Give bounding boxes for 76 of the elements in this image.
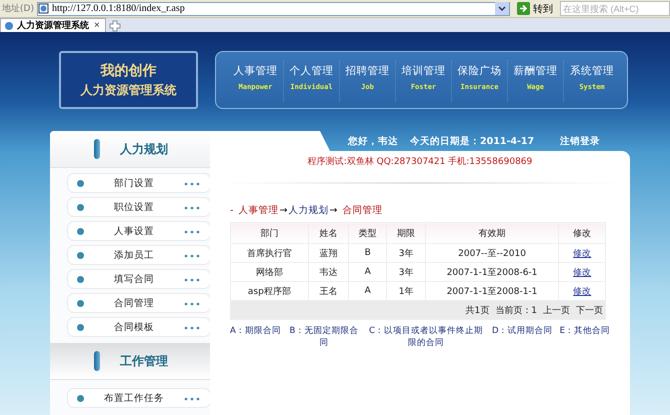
- table-cell: 韦达: [308, 262, 349, 282]
- dots-icon: [184, 278, 200, 282]
- logout-link[interactable]: 注销登录: [560, 134, 600, 148]
- sidebar-item[interactable]: 职位设置: [67, 197, 210, 217]
- bullet-icon: [77, 252, 84, 258]
- arrow-icon: [517, 2, 530, 15]
- sidebar-item[interactable]: 人事设置: [67, 221, 210, 241]
- breadcrumb-arrow: →: [279, 205, 288, 216]
- table-cell: 网络部: [230, 262, 308, 282]
- dots-icon: [184, 302, 200, 306]
- dots-icon: [184, 206, 200, 210]
- section-title: 人力规划: [120, 140, 168, 158]
- column-header: 修改: [558, 222, 606, 244]
- dots-icon: [184, 182, 200, 186]
- logo-title: 我的创作: [100, 62, 156, 80]
- breadcrumb-link[interactable]: 人力规划: [288, 204, 328, 217]
- bullet-icon: [77, 300, 84, 306]
- date-text: 今天的日期是：2011-4-17: [410, 134, 534, 148]
- table-cell: 3年: [386, 244, 426, 262]
- sidebar-item[interactable]: 合同模板: [67, 317, 210, 337]
- table-cell: B: [348, 244, 387, 262]
- close-tab-button[interactable]: ×: [92, 20, 102, 30]
- page-count: 共1页: [466, 306, 490, 316]
- pill-icon: [94, 139, 100, 159]
- table-cell: A: [348, 262, 387, 282]
- legend-text: A：期限合同: [230, 325, 281, 337]
- bullet-icon: [77, 324, 84, 330]
- breadcrumb-link[interactable]: 人事管理: [238, 204, 278, 217]
- bullet-icon: [77, 276, 84, 282]
- next-page-link[interactable]: 下一页: [576, 306, 603, 316]
- bullet-icon: [77, 394, 84, 402]
- address-field[interactable]: http://127.0.0.1:8180/index_r.asp: [36, 2, 510, 16]
- new-tab-icon[interactable]: [108, 20, 121, 32]
- column-header: 类型: [348, 222, 387, 244]
- notice-text: 程序测试:双鱼林 QQ:287307421 手机:13558690869: [306, 156, 534, 168]
- current-page: 当前页：1: [495, 306, 537, 316]
- search-field[interactable]: 在这里搜索 (Alt+C): [560, 1, 670, 16]
- legend-text: B：无固定期限合同: [288, 325, 360, 349]
- column-header: 部门: [230, 222, 308, 244]
- sidebar-item[interactable]: 添加员工: [67, 245, 210, 265]
- dots-icon: [184, 396, 200, 400]
- dots-icon: [184, 254, 200, 258]
- dots-icon: [184, 326, 200, 330]
- prev-page-link[interactable]: 上一页: [543, 306, 570, 316]
- legend-text: C：以项目或者以事件终止期限的合同: [368, 325, 484, 349]
- sidebar-item[interactable]: 布置工作任务: [67, 388, 210, 408]
- legend-text: D：试用期合同: [492, 325, 553, 337]
- table-cell: 蓝翔: [308, 244, 349, 262]
- section-title: 工作管理: [120, 352, 168, 370]
- breadcrumb-arrow: →: [329, 205, 338, 216]
- logo-subtitle: 人力资源管理系统: [80, 82, 176, 98]
- sidebar-item[interactable]: 合同管理: [67, 293, 210, 313]
- dropdown-icon[interactable]: [495, 2, 509, 15]
- breadcrumb-dash: -: [230, 205, 234, 216]
- bullet-icon: [77, 228, 84, 234]
- table-cell: 2007--至--2010: [425, 244, 559, 262]
- breadcrumb-link[interactable]: 合同管理: [342, 204, 382, 217]
- column-header: 有效期: [425, 222, 559, 244]
- sidebar-item[interactable]: 部门设置: [67, 173, 210, 193]
- dots-icon: [184, 230, 200, 234]
- table-cell: 3年: [386, 262, 426, 282]
- column-header: 姓名: [308, 222, 349, 244]
- bullet-icon: [77, 180, 84, 186]
- go-button[interactable]: 转到: [513, 2, 557, 16]
- browser-tab[interactable]: 人力资源管理系统 ×: [0, 18, 106, 32]
- page-icon: [38, 3, 49, 14]
- bullet-icon: [77, 204, 84, 210]
- address-label: 地址(D): [2, 2, 34, 15]
- pill-icon: [94, 351, 100, 371]
- page-icon: [4, 20, 14, 30]
- table-cell: 2007-1-1至2008-6-1: [425, 262, 559, 282]
- table-cell: 首席执行官: [230, 244, 308, 262]
- sidebar-item[interactable]: 填写合同: [67, 269, 210, 289]
- greeting-text: 您好，韦达: [348, 134, 398, 148]
- column-header: 期限: [386, 222, 426, 244]
- legend-text: E：其他合同: [560, 325, 610, 337]
